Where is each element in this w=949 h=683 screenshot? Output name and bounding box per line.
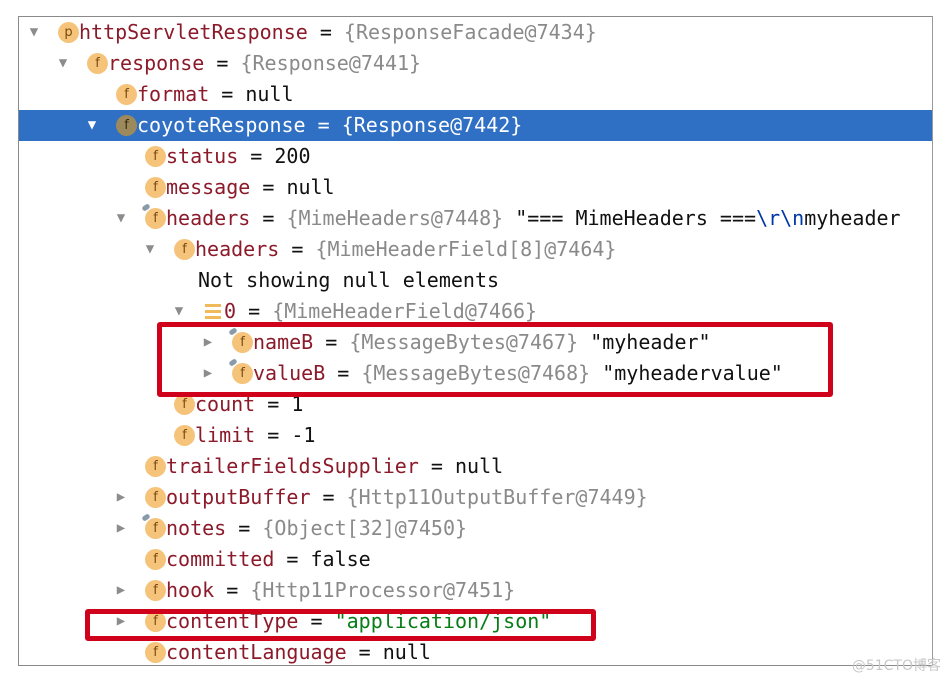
variable-type: {MimeHeaders@7448} [286, 206, 504, 230]
field-icon: f [87, 53, 108, 74]
variable-value: "=== MimeHeaders === [515, 206, 757, 230]
field-icon: f [174, 425, 195, 446]
equals-sign: = [216, 51, 229, 75]
tree-row-headers[interactable]: ▼ f headers = {MimeHeaders@7448} "=== Mime… [19, 203, 932, 234]
watermark: @51CTO博客 [851, 658, 941, 674]
variable-type: {Http11OutputBuffer@7449} [346, 485, 648, 509]
variable-value: -1 [291, 423, 316, 447]
tree-row-response[interactable]: ▼ f response = {Response@7441} [19, 48, 932, 79]
variable-name: outputBuffer [166, 485, 311, 509]
variable-type: {ResponseFacade@7434} [343, 20, 597, 44]
property-icon: p [58, 22, 79, 43]
tree-row-httpServletResponse[interactable]: ▼ p httpServletResponse = {ResponseFacade@… [19, 17, 932, 48]
collapsed-arrow-icon[interactable]: ▶ [113, 513, 129, 544]
variable-name: 0 [224, 299, 237, 323]
variable-value: null [382, 640, 431, 664]
field-icon: f [141, 203, 166, 229]
variable-value: false [310, 547, 371, 571]
variable-value: null [286, 175, 335, 199]
variable-name: response [108, 51, 205, 75]
variable-value: null [455, 454, 504, 478]
collapsed-arrow-icon[interactable]: ▶ [113, 575, 129, 606]
variable-type: {Response@7442} [341, 113, 523, 137]
field-icon: f [116, 115, 137, 136]
expanded-arrow-icon[interactable]: ▼ [26, 17, 42, 48]
variable-name: headers [195, 237, 280, 261]
field-icon: f [116, 84, 137, 105]
info-text: Not showing null elements [198, 268, 500, 292]
variable-name: limit [195, 423, 256, 447]
variable-name: hook [166, 578, 215, 602]
equals-sign: = [248, 299, 261, 323]
watch-badge-icon [141, 513, 151, 522]
equals-sign: = [286, 547, 299, 571]
tree-row-outputBuffer[interactable]: ▶ f outputBuffer = {Http11OutputBuffer@744… [19, 482, 932, 513]
variable-type: {Response@7441} [240, 51, 422, 75]
collapsed-arrow-icon[interactable]: ▶ [113, 482, 129, 513]
equals-sign: = [262, 175, 275, 199]
variable-type: {Object[32]@7450} [262, 516, 468, 540]
equals-sign: = [322, 485, 335, 509]
tree-row-note[interactable]: Not showing null elements [19, 265, 932, 296]
variable-name: status [166, 144, 239, 168]
variable-name: message [166, 175, 251, 199]
equals-sign: = [430, 454, 443, 478]
equals-sign: = [226, 578, 239, 602]
tree-row-trailerFieldsSupplier[interactable]: f trailerFieldsSupplier = null [19, 451, 932, 482]
highlight-box-header-fields [157, 322, 833, 397]
equals-sign: = [319, 20, 332, 44]
equals-sign: = [291, 237, 304, 261]
field-icon: f [145, 456, 166, 477]
equals-sign: = [238, 516, 251, 540]
field-icon: f [145, 549, 166, 570]
variable-value: null [245, 82, 294, 106]
equals-sign: = [262, 206, 275, 230]
equals-sign: = [250, 144, 263, 168]
field-icon: f [145, 642, 166, 663]
equals-sign: = [267, 423, 280, 447]
expanded-arrow-icon[interactable]: ▼ [142, 234, 158, 265]
variable-type: {Http11Processor@7451} [250, 578, 516, 602]
tree-row-contentLanguage[interactable]: f contentLanguage = null [19, 637, 932, 665]
variable-name: committed [166, 547, 275, 571]
escape-sequence: \r\n [756, 206, 805, 230]
field-icon: f [174, 394, 195, 415]
field-icon: f [174, 239, 195, 260]
watch-badge-icon [141, 203, 151, 212]
field-icon: f [145, 487, 166, 508]
tree-row-notes[interactable]: ▶ f notes = {Object[32]@7450} [19, 513, 932, 544]
field-icon: f [145, 146, 166, 167]
variable-value-rest: myheader [804, 206, 901, 230]
variable-value: 200 [274, 144, 311, 168]
equals-sign: = [358, 640, 371, 664]
tree-row-headers[interactable]: ▼ f headers = {MimeHeaderField[8]@7464} [19, 234, 932, 265]
variable-name: trailerFieldsSupplier [166, 454, 419, 478]
variable-type: {MimeHeaderField[8]@7464} [315, 237, 617, 261]
field-icon: f [145, 580, 166, 601]
tree-row-format[interactable]: f format = null [19, 79, 932, 110]
tree-row-committed[interactable]: f committed = false [19, 544, 932, 575]
variable-name: coyoteResponse [137, 113, 306, 137]
expanded-arrow-icon[interactable]: ▼ [84, 110, 100, 141]
tree-row-limit[interactable]: f limit = -1 [19, 420, 932, 451]
variable-type: {MimeHeaderField@7466} [272, 299, 538, 323]
tree-row-hook[interactable]: ▶ f hook = {Http11Processor@7451} [19, 575, 932, 606]
variable-name: format [137, 82, 210, 106]
highlight-box-content-type [85, 609, 596, 641]
tree-row-message[interactable]: f message = null [19, 172, 932, 203]
array-element-icon [205, 304, 221, 319]
expanded-arrow-icon[interactable]: ▼ [55, 48, 71, 79]
field-icon: f [141, 513, 166, 539]
expanded-arrow-icon[interactable]: ▼ [113, 203, 129, 234]
variable-name: httpServletResponse [79, 20, 308, 44]
field-icon: f [145, 177, 166, 198]
variable-name: headers [166, 206, 251, 230]
equals-sign: = [221, 82, 234, 106]
equals-sign: = [317, 113, 330, 137]
variable-name: notes [166, 516, 227, 540]
tree-row-status[interactable]: f status = 200 [19, 141, 932, 172]
variable-name: contentLanguage [166, 640, 347, 664]
tree-row-coyoteResponse[interactable]: ▼ f coyoteResponse = {Response@7442} [19, 110, 932, 141]
